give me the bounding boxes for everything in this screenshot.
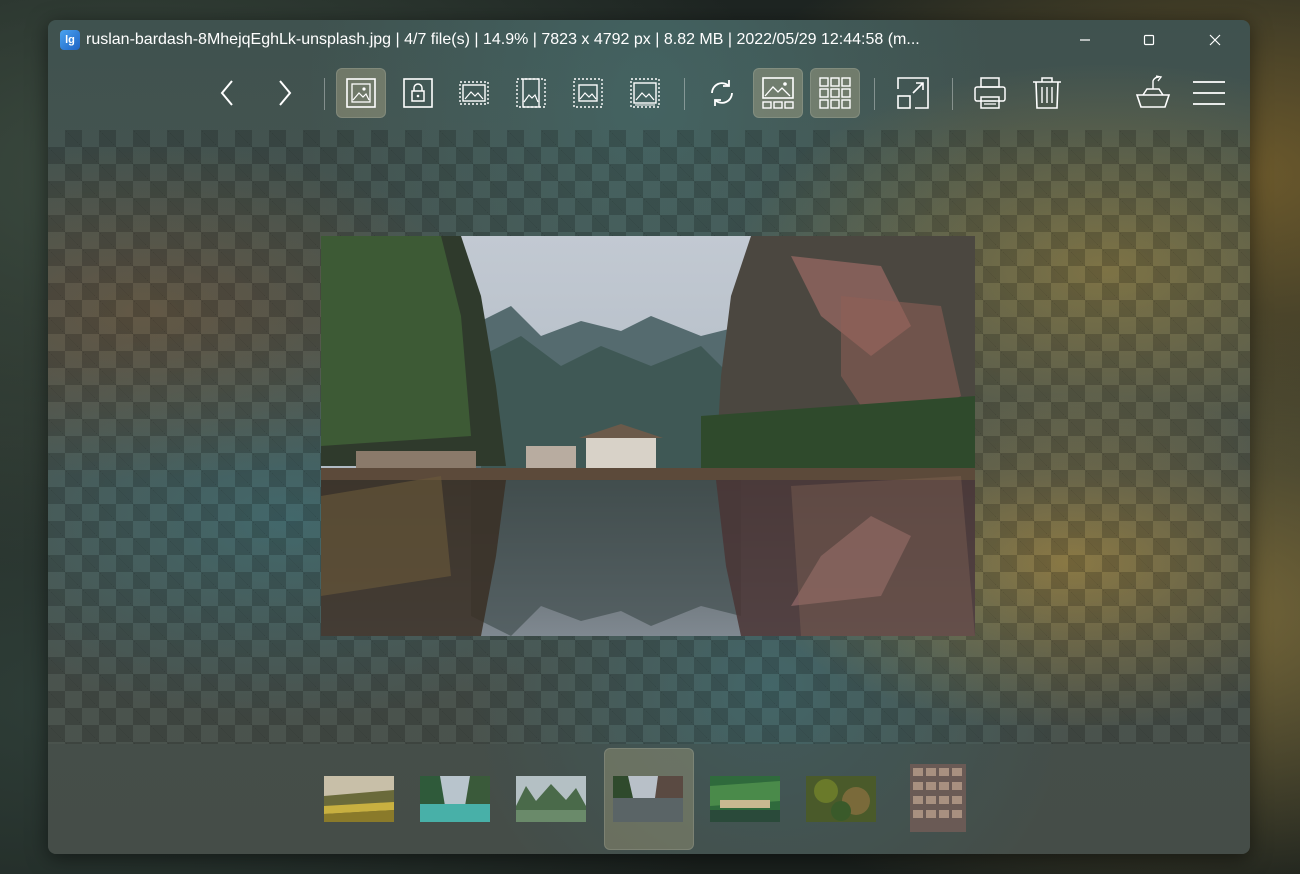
scale-to-fill-button[interactable]	[620, 68, 670, 118]
rotate-button[interactable]	[697, 68, 747, 118]
image-canvas[interactable]	[48, 130, 1250, 744]
thumbnail-image	[910, 764, 966, 832]
toolbar-divider	[952, 78, 953, 110]
window-title: ruslan-bardash-8MhejqEghLk-unsplash.jpg …	[86, 31, 920, 48]
close-icon	[1209, 34, 1221, 46]
scale-width-icon	[459, 81, 489, 105]
share-button[interactable]	[1128, 68, 1178, 118]
scale-height-icon	[516, 78, 546, 108]
thumbnails-button[interactable]	[810, 68, 860, 118]
thumbnail-item-active[interactable]	[613, 776, 683, 822]
thumbnail-item[interactable]	[324, 776, 394, 822]
chevron-left-icon	[220, 80, 233, 106]
scale-to-height-button[interactable]	[506, 68, 556, 118]
fullscreen-button[interactable]	[888, 68, 938, 118]
print-button[interactable]	[965, 68, 1015, 118]
thumbnail-item[interactable]	[710, 776, 780, 822]
auto-zoom-button[interactable]	[336, 68, 386, 118]
scale-to-fit-button[interactable]	[563, 68, 613, 118]
toolbar-divider	[874, 78, 875, 110]
expand-icon	[897, 77, 929, 109]
image-viewer-window: lg ruslan-bardash-8MhejqEghLk-unsplash.j…	[48, 20, 1250, 854]
current-image	[321, 236, 975, 636]
basket-share-icon	[1135, 75, 1171, 108]
landscape-photo	[321, 236, 975, 636]
scale-fit-icon	[573, 78, 603, 108]
chevron-right-icon	[279, 80, 292, 106]
gallery-icon	[762, 77, 794, 109]
maximize-icon	[1143, 34, 1155, 46]
image-lock-icon	[403, 78, 433, 108]
maximize-button[interactable]	[1126, 20, 1172, 60]
thumbnail-image	[516, 776, 586, 822]
menu-button[interactable]	[1184, 68, 1234, 118]
lock-zoom-button[interactable]	[393, 68, 443, 118]
toolbar-divider	[324, 78, 325, 110]
toolbar-divider	[684, 78, 685, 110]
thumbnail-image	[324, 776, 394, 822]
delete-button[interactable]	[1022, 68, 1072, 118]
thumbnail-image	[420, 776, 490, 822]
app-logo-icon: lg	[60, 30, 80, 50]
title-bar: lg ruslan-bardash-8MhejqEghLk-unsplash.j…	[48, 20, 1250, 60]
thumbnail-strip	[48, 744, 1250, 854]
thumbnail-image	[710, 776, 780, 822]
thumbnail-item[interactable]	[516, 776, 586, 822]
minimize-icon	[1080, 39, 1090, 41]
toolbar	[48, 60, 1250, 128]
thumbnail-item[interactable]	[420, 776, 490, 822]
image-frame-icon	[346, 78, 376, 108]
gallery-button[interactable]	[753, 68, 803, 118]
thumbnail-image	[806, 776, 876, 822]
minimize-button[interactable]	[1062, 20, 1108, 60]
thumbnail-item[interactable]	[910, 764, 966, 832]
rotate-icon	[711, 80, 733, 106]
thumbnail-image	[613, 776, 683, 822]
next-image-button[interactable]	[259, 68, 309, 118]
previous-image-button[interactable]	[203, 68, 253, 118]
close-button[interactable]	[1192, 20, 1238, 60]
grid-icon	[819, 77, 851, 109]
trash-icon	[1033, 77, 1061, 109]
scale-to-width-button[interactable]	[449, 68, 499, 118]
scale-fill-icon	[630, 78, 660, 108]
hamburger-icon	[1193, 81, 1225, 105]
printer-icon	[974, 77, 1006, 109]
thumbnail-item[interactable]	[806, 776, 876, 822]
